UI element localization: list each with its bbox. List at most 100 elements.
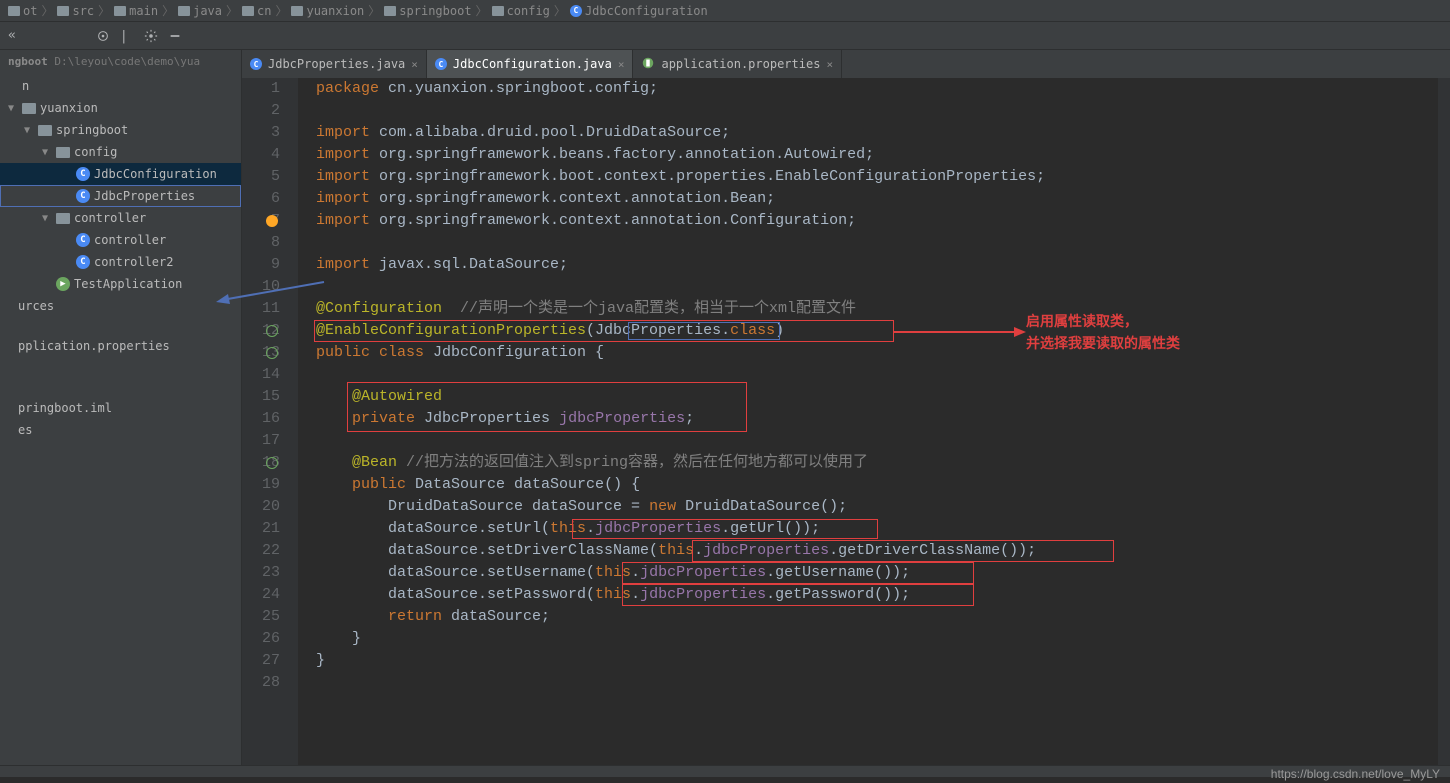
tree-node[interactable]: ▼controller [0,207,241,229]
folder-icon [114,6,126,16]
line-number: 10 [242,276,280,298]
editor-tab[interactable]: CJdbcProperties.java× [242,50,427,78]
code-line[interactable]: package cn.yuanxion.springboot.config; [316,78,1438,100]
code-line[interactable]: @Bean //把方法的返回值注入到spring容器，然后在任何地方都可以使用了 [316,452,1438,474]
code-line[interactable]: import org.springframework.context.annot… [316,210,1438,232]
code-line[interactable] [316,100,1438,122]
chevron-right-icon: 〉 [162,2,174,19]
code-line[interactable] [316,430,1438,452]
intention-bulb-icon[interactable] [266,215,278,227]
chevron-right-icon: 〉 [98,2,110,19]
breadcrumb-item[interactable]: cn [242,4,271,18]
project-tree[interactable]: n▼yuanxion▼springboot▼configCJdbcConfigu… [0,73,241,443]
breadcrumb-item[interactable]: ot [8,4,37,18]
editor-tabs: CJdbcProperties.java×CJdbcConfiguration.… [242,50,1450,78]
line-number: 23 [242,562,280,584]
toolbar: « | [0,22,1450,50]
folder-icon [384,6,396,16]
horizontal-scrollbar[interactable] [0,765,1450,777]
tree-node[interactable]: Ccontroller [0,229,241,251]
tree-node[interactable]: CJdbcProperties [0,185,241,207]
collapse-button[interactable]: « [8,28,16,43]
code-line[interactable]: return dataSource; [316,606,1438,628]
line-number: 4 [242,144,280,166]
tree-node[interactable]: n [0,75,241,97]
editor-tab[interactable]: CJdbcConfiguration.java× [427,50,634,78]
code-line[interactable]: private JdbcProperties jdbcProperties; [316,408,1438,430]
code-line[interactable] [316,276,1438,298]
expand-arrow-icon[interactable]: ▼ [24,125,34,136]
expand-arrow-icon[interactable]: ▼ [42,147,52,158]
run-gutter-icon[interactable] [266,457,278,469]
tree-node[interactable]: ▶TestApplication [0,273,241,295]
tree-node[interactable]: CJdbcConfiguration [0,163,241,185]
line-number: 27 [242,650,280,672]
line-number: 20 [242,496,280,518]
gear-icon[interactable] [144,29,158,43]
breadcrumb-item[interactable]: config [492,4,550,18]
code-line[interactable]: dataSource.setUsername(this.jdbcProperti… [316,562,1438,584]
code-line[interactable]: import org.springframework.beans.factory… [316,144,1438,166]
tree-node[interactable]: ▼yuanxion [0,97,241,119]
line-number: 18 [242,452,280,474]
breadcrumb-item[interactable]: CJdbcConfiguration [570,4,708,18]
tree-node[interactable]: ▼config [0,141,241,163]
code-line[interactable]: } [316,628,1438,650]
tree-node-label: controller [94,233,166,247]
line-number: 3 [242,122,280,144]
code-line[interactable]: @Autowired [316,386,1438,408]
code-line[interactable]: dataSource.setDriverClassName(this.jdbcP… [316,540,1438,562]
code-editor[interactable]: 1234567891011121314151617181920212223242… [242,78,1450,765]
expand-arrow-icon[interactable]: ▼ [8,103,18,114]
divider-icon: | [120,29,134,43]
code-content[interactable]: package cn.yuanxion.springboot.config; im… [298,78,1438,765]
tree-node-label: pplication.properties [18,339,170,353]
line-number: 21 [242,518,280,540]
breadcrumb-item[interactable]: java [178,4,222,18]
runnable-class-icon: ▶ [56,277,70,291]
chevron-right-icon: 〉 [275,2,287,19]
code-line[interactable] [316,672,1438,694]
breadcrumb-item[interactable]: main [114,4,158,18]
tree-node[interactable]: urces [0,295,241,317]
breadcrumb-item[interactable]: src [57,4,94,18]
breadcrumb-item[interactable]: springboot [384,4,471,18]
tree-node[interactable]: Ccontroller2 [0,251,241,273]
code-line[interactable]: public DataSource dataSource() { [316,474,1438,496]
expand-arrow-icon[interactable]: ▼ [42,213,52,224]
line-gutter: 1234567891011121314151617181920212223242… [242,78,298,765]
code-line[interactable]: import org.springframework.boot.context.… [316,166,1438,188]
code-line[interactable]: @EnableConfigurationProperties(JdbcPrope… [316,320,1438,342]
target-icon[interactable] [96,29,110,43]
run-gutter-icon[interactable] [266,325,278,337]
line-number: 8 [242,232,280,254]
line-number: 12 [242,320,280,342]
tree-node-label: JdbcConfiguration [94,167,217,181]
tree-node[interactable]: ▼springboot [0,119,241,141]
line-number: 7 [242,210,280,232]
code-line[interactable]: import com.alibaba.druid.pool.DruidDataS… [316,122,1438,144]
editor-tab[interactable]: application.properties× [633,50,842,78]
run-gutter-icon[interactable] [266,347,278,359]
code-line[interactable]: public class JdbcConfiguration { [316,342,1438,364]
close-icon[interactable]: × [826,58,833,71]
hide-icon[interactable] [168,29,182,43]
tree-node[interactable]: pringboot.iml [0,397,241,419]
line-number: 1 [242,78,280,100]
code-line[interactable] [316,232,1438,254]
line-number: 16 [242,408,280,430]
close-icon[interactable]: × [618,58,625,71]
error-stripe [1438,78,1450,765]
code-line[interactable] [316,364,1438,386]
code-line[interactable]: dataSource.setUrl(this.jdbcProperties.ge… [316,518,1438,540]
breadcrumb-item[interactable]: yuanxion [291,4,364,18]
code-line[interactable]: dataSource.setPassword(this.jdbcProperti… [316,584,1438,606]
tree-node[interactable]: pplication.properties [0,335,241,357]
code-line[interactable]: @Configuration //声明一个类是一个java配置类，相当于一个xm… [316,298,1438,320]
code-line[interactable]: DruidDataSource dataSource = new DruidDa… [316,496,1438,518]
close-icon[interactable]: × [411,58,418,71]
code-line[interactable]: import org.springframework.context.annot… [316,188,1438,210]
code-line[interactable]: import javax.sql.DataSource; [316,254,1438,276]
code-line[interactable]: } [316,650,1438,672]
tree-node[interactable]: es [0,419,241,441]
